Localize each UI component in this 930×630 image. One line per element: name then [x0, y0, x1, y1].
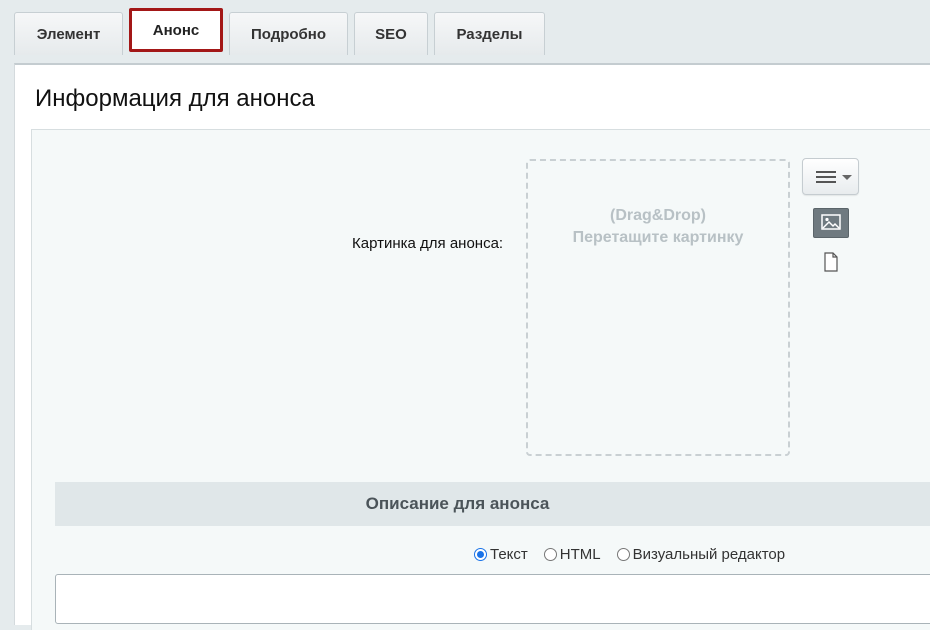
dropzone-hint-dragdrop: (Drag&Drop): [610, 207, 706, 224]
tab-announce-label: Анонс: [152, 21, 200, 39]
chevron-down-icon: [842, 175, 852, 180]
description-header-title: Описание для анонса: [365, 494, 550, 513]
dropzone-hint-drag-picture: Перетащите картинку: [572, 229, 744, 246]
tab-bar: Элемент Анонс Подробно SEO Разделы: [14, 8, 551, 56]
image-menu-button[interactable]: [802, 158, 859, 195]
menu-icon: [816, 171, 836, 183]
file-icon[interactable]: [823, 252, 839, 277]
tab-sections[interactable]: Разделы: [434, 12, 545, 55]
tab-details-label: Подробно: [250, 25, 327, 43]
mode-visual-option[interactable]: Визуальный редактор: [616, 546, 786, 563]
tab-panel: Информация для анонса Картинка для анонс…: [14, 63, 930, 630]
mode-html-option[interactable]: HTML: [543, 546, 601, 563]
image-icon[interactable]: [813, 208, 849, 238]
tab-announce[interactable]: Анонс: [129, 8, 223, 52]
tab-seo[interactable]: SEO: [354, 12, 428, 55]
mode-text-radio[interactable]: [474, 548, 487, 561]
section-title: Информация для анонса: [35, 85, 315, 112]
mode-visual-radio[interactable]: [616, 548, 630, 561]
mode-visual-label: Визуальный редактор: [632, 546, 786, 563]
mode-text-label: Текст: [490, 546, 528, 563]
image-dropzone[interactable]: (Drag&Drop) Перетащите картинку: [526, 159, 790, 456]
tab-element[interactable]: Элемент: [14, 12, 123, 55]
mode-html-radio[interactable]: [543, 548, 557, 561]
description-header: Описание для анонса: [55, 482, 930, 526]
description-textarea[interactable]: [55, 574, 930, 624]
tab-seo-label: SEO: [375, 25, 407, 43]
description-mode-group: Текст HTML Визуальный редактор: [474, 546, 801, 563]
tab-element-label: Элемент: [36, 25, 101, 43]
mode-html-label: HTML: [559, 546, 601, 563]
mode-text-option[interactable]: Текст: [474, 546, 528, 563]
preview-picture-label: Картинка для анонса:: [352, 235, 504, 252]
tab-sections-label: Разделы: [456, 25, 523, 43]
tab-details[interactable]: Подробно: [229, 12, 348, 55]
